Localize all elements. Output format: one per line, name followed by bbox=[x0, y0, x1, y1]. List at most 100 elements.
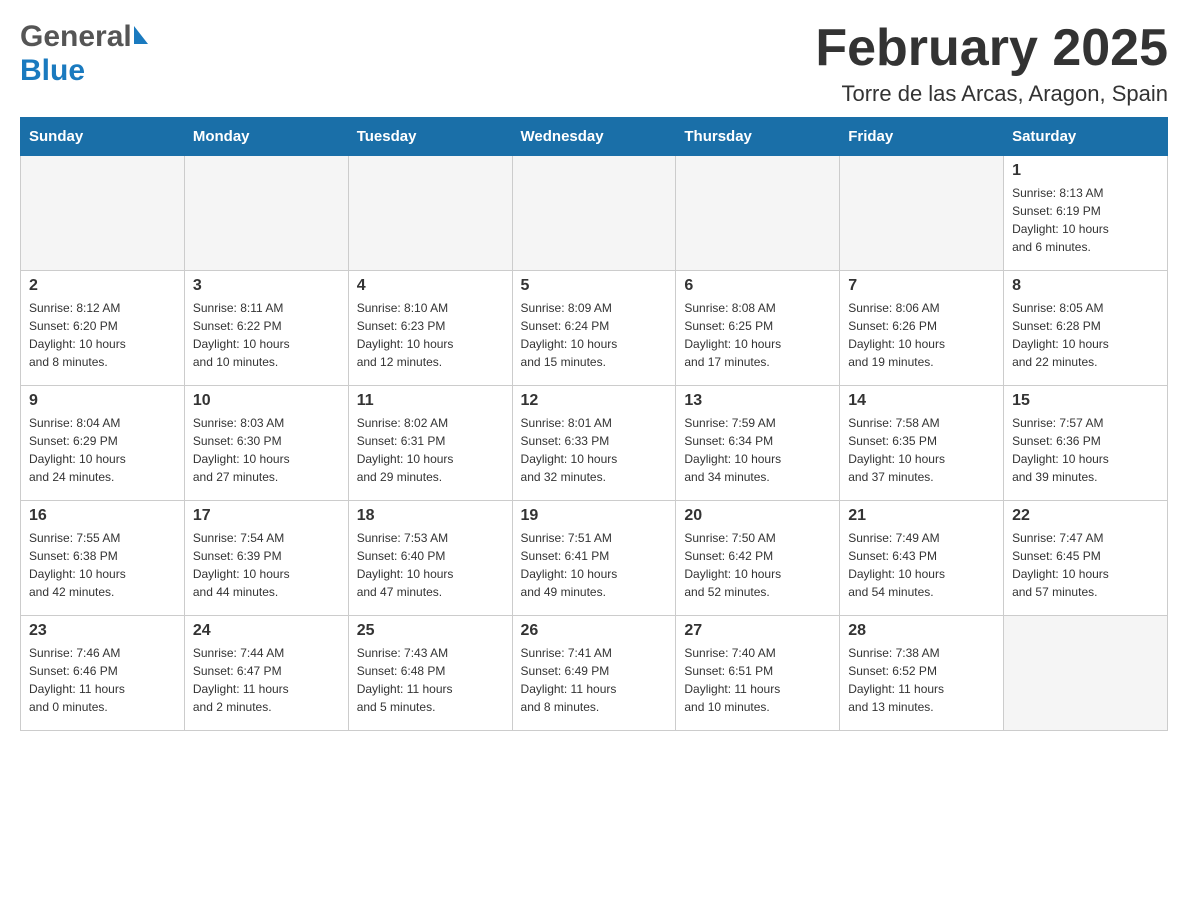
calendar-cell: 12 Sunrise: 8:01 AM Sunset: 6:33 PM Dayli… bbox=[512, 386, 676, 501]
day-info: Sunrise: 7:41 AM Sunset: 6:49 PM Dayligh… bbox=[521, 644, 668, 716]
day-number: 21 bbox=[848, 507, 995, 525]
day-number: 19 bbox=[521, 507, 668, 525]
logo-triangle-icon bbox=[134, 26, 148, 44]
day-number: 13 bbox=[684, 392, 831, 410]
day-info: Sunrise: 7:40 AM Sunset: 6:51 PM Dayligh… bbox=[684, 644, 831, 716]
location-text: Torre de las Arcas, Aragon, Spain bbox=[815, 81, 1168, 107]
calendar-cell: 18Sunrise: 7:53 AM Sunset: 6:40 PM Dayli… bbox=[348, 501, 512, 616]
calendar-week-row: 16 Sunrise: 7:55 AM Sunset: 6:38 PM Dayli… bbox=[21, 501, 1168, 616]
calendar-week-row: 9 Sunrise: 8:04 AM Sunset: 6:29 PM Daylig… bbox=[21, 386, 1168, 501]
calendar-cell bbox=[21, 156, 185, 271]
day-info: Sunrise: 8:13 AM Sunset: 6:19 PM Dayligh… bbox=[1012, 184, 1159, 256]
day-info: Sunrise: 7:51 AM Sunset: 6:41 PM Dayligh… bbox=[521, 529, 668, 601]
calendar-cell bbox=[512, 156, 676, 271]
logo-blue-text: Blue bbox=[20, 54, 85, 88]
calendar-cell bbox=[1004, 616, 1168, 731]
calendar-cell: 28 Sunrise: 7:38 AM Sunset: 6:52 PM Dayli… bbox=[840, 616, 1004, 731]
weekday-header-friday: Friday bbox=[840, 118, 1004, 156]
weekday-header-tuesday: Tuesday bbox=[348, 118, 512, 156]
day-info: Sunrise: 7:54 AM Sunset: 6:39 PM Dayligh… bbox=[193, 529, 340, 601]
calendar-cell: 19 Sunrise: 7:51 AM Sunset: 6:41 PM Dayli… bbox=[512, 501, 676, 616]
day-info: Sunrise: 7:49 AM Sunset: 6:43 PM Dayligh… bbox=[848, 529, 995, 601]
calendar-cell: 17 Sunrise: 7:54 AM Sunset: 6:39 PM Dayli… bbox=[184, 501, 348, 616]
weekday-header-wednesday: Wednesday bbox=[512, 118, 676, 156]
calendar-cell bbox=[840, 156, 1004, 271]
day-info: Sunrise: 7:55 AM Sunset: 6:38 PM Dayligh… bbox=[29, 529, 176, 601]
weekday-header-row: SundayMondayTuesdayWednesdayThursdayFrid… bbox=[21, 118, 1168, 156]
day-number: 24 bbox=[193, 622, 340, 640]
day-info: Sunrise: 7:43 AM Sunset: 6:48 PM Dayligh… bbox=[357, 644, 504, 716]
calendar-cell: 20 Sunrise: 7:50 AM Sunset: 6:42 PM Dayli… bbox=[676, 501, 840, 616]
day-number: 28 bbox=[848, 622, 995, 640]
calendar-cell: 25 Sunrise: 7:43 AM Sunset: 6:48 PM Dayli… bbox=[348, 616, 512, 731]
calendar-week-row: 1 Sunrise: 8:13 AM Sunset: 6:19 PM Daylig… bbox=[21, 156, 1168, 271]
day-info: Sunrise: 7:47 AM Sunset: 6:45 PM Dayligh… bbox=[1012, 529, 1159, 601]
day-info: Sunrise: 8:09 AM Sunset: 6:24 PM Dayligh… bbox=[521, 299, 668, 371]
day-info: Sunrise: 8:06 AM Sunset: 6:26 PM Dayligh… bbox=[848, 299, 995, 371]
day-number: 15 bbox=[1012, 392, 1159, 410]
calendar-cell: 1 Sunrise: 8:13 AM Sunset: 6:19 PM Daylig… bbox=[1004, 156, 1168, 271]
calendar-cell: 24 Sunrise: 7:44 AM Sunset: 6:47 PM Dayli… bbox=[184, 616, 348, 731]
weekday-header-saturday: Saturday bbox=[1004, 118, 1168, 156]
day-info: Sunrise: 8:08 AM Sunset: 6:25 PM Dayligh… bbox=[684, 299, 831, 371]
calendar-cell: 3 Sunrise: 8:11 AM Sunset: 6:22 PM Daylig… bbox=[184, 271, 348, 386]
calendar-cell: 22 Sunrise: 7:47 AM Sunset: 6:45 PM Dayli… bbox=[1004, 501, 1168, 616]
calendar-cell bbox=[184, 156, 348, 271]
day-number: 1 bbox=[1012, 162, 1159, 180]
day-info: Sunrise: 8:03 AM Sunset: 6:30 PM Dayligh… bbox=[193, 414, 340, 486]
day-number: 26 bbox=[521, 622, 668, 640]
day-number: 12 bbox=[521, 392, 668, 410]
day-number: 16 bbox=[29, 507, 176, 525]
day-info: Sunrise: 8:05 AM Sunset: 6:28 PM Dayligh… bbox=[1012, 299, 1159, 371]
day-number: 25 bbox=[357, 622, 504, 640]
calendar-cell: 7Sunrise: 8:06 AM Sunset: 6:26 PM Daylig… bbox=[840, 271, 1004, 386]
day-number: 17 bbox=[193, 507, 340, 525]
day-info: Sunrise: 7:44 AM Sunset: 6:47 PM Dayligh… bbox=[193, 644, 340, 716]
logo: General Blue bbox=[20, 20, 148, 88]
day-info: Sunrise: 8:01 AM Sunset: 6:33 PM Dayligh… bbox=[521, 414, 668, 486]
day-number: 10 bbox=[193, 392, 340, 410]
day-number: 4 bbox=[357, 277, 504, 295]
logo-general-text: General bbox=[20, 20, 132, 54]
day-info: Sunrise: 7:46 AM Sunset: 6:46 PM Dayligh… bbox=[29, 644, 176, 716]
day-info: Sunrise: 7:59 AM Sunset: 6:34 PM Dayligh… bbox=[684, 414, 831, 486]
day-info: Sunrise: 8:04 AM Sunset: 6:29 PM Dayligh… bbox=[29, 414, 176, 486]
day-number: 27 bbox=[684, 622, 831, 640]
day-number: 22 bbox=[1012, 507, 1159, 525]
day-number: 3 bbox=[193, 277, 340, 295]
day-info: Sunrise: 7:53 AM Sunset: 6:40 PM Dayligh… bbox=[357, 529, 504, 601]
weekday-header-thursday: Thursday bbox=[676, 118, 840, 156]
calendar-cell: 27 Sunrise: 7:40 AM Sunset: 6:51 PM Dayli… bbox=[676, 616, 840, 731]
calendar-cell: 11Sunrise: 8:02 AM Sunset: 6:31 PM Dayli… bbox=[348, 386, 512, 501]
day-info: Sunrise: 7:50 AM Sunset: 6:42 PM Dayligh… bbox=[684, 529, 831, 601]
calendar-week-row: 23Sunrise: 7:46 AM Sunset: 6:46 PM Dayli… bbox=[21, 616, 1168, 731]
calendar-cell: 9 Sunrise: 8:04 AM Sunset: 6:29 PM Daylig… bbox=[21, 386, 185, 501]
month-title: February 2025 bbox=[815, 20, 1168, 77]
calendar-cell bbox=[676, 156, 840, 271]
day-number: 2 bbox=[29, 277, 176, 295]
calendar-cell: 4 Sunrise: 8:10 AM Sunset: 6:23 PM Daylig… bbox=[348, 271, 512, 386]
day-info: Sunrise: 8:10 AM Sunset: 6:23 PM Dayligh… bbox=[357, 299, 504, 371]
calendar-table: SundayMondayTuesdayWednesdayThursdayFrid… bbox=[20, 117, 1168, 731]
day-info: Sunrise: 8:12 AM Sunset: 6:20 PM Dayligh… bbox=[29, 299, 176, 371]
day-number: 20 bbox=[684, 507, 831, 525]
day-number: 8 bbox=[1012, 277, 1159, 295]
day-number: 14 bbox=[848, 392, 995, 410]
calendar-cell: 13 Sunrise: 7:59 AM Sunset: 6:34 PM Dayli… bbox=[676, 386, 840, 501]
day-number: 11 bbox=[357, 392, 504, 410]
calendar-cell: 15Sunrise: 7:57 AM Sunset: 6:36 PM Dayli… bbox=[1004, 386, 1168, 501]
day-info: Sunrise: 7:58 AM Sunset: 6:35 PM Dayligh… bbox=[848, 414, 995, 486]
calendar-cell: 16 Sunrise: 7:55 AM Sunset: 6:38 PM Dayli… bbox=[21, 501, 185, 616]
title-section: February 2025 Torre de las Arcas, Aragon… bbox=[815, 20, 1168, 107]
day-info: Sunrise: 7:38 AM Sunset: 6:52 PM Dayligh… bbox=[848, 644, 995, 716]
calendar-cell: 21 Sunrise: 7:49 AM Sunset: 6:43 PM Dayli… bbox=[840, 501, 1004, 616]
day-number: 5 bbox=[521, 277, 668, 295]
day-number: 9 bbox=[29, 392, 176, 410]
calendar-cell: 5 Sunrise: 8:09 AM Sunset: 6:24 PM Daylig… bbox=[512, 271, 676, 386]
calendar-cell: 14 Sunrise: 7:58 AM Sunset: 6:35 PM Dayli… bbox=[840, 386, 1004, 501]
page-header: General Blue February 2025 Torre de las … bbox=[20, 20, 1168, 107]
calendar-cell: 23Sunrise: 7:46 AM Sunset: 6:46 PM Dayli… bbox=[21, 616, 185, 731]
day-info: Sunrise: 8:11 AM Sunset: 6:22 PM Dayligh… bbox=[193, 299, 340, 371]
weekday-header-sunday: Sunday bbox=[21, 118, 185, 156]
weekday-header-monday: Monday bbox=[184, 118, 348, 156]
